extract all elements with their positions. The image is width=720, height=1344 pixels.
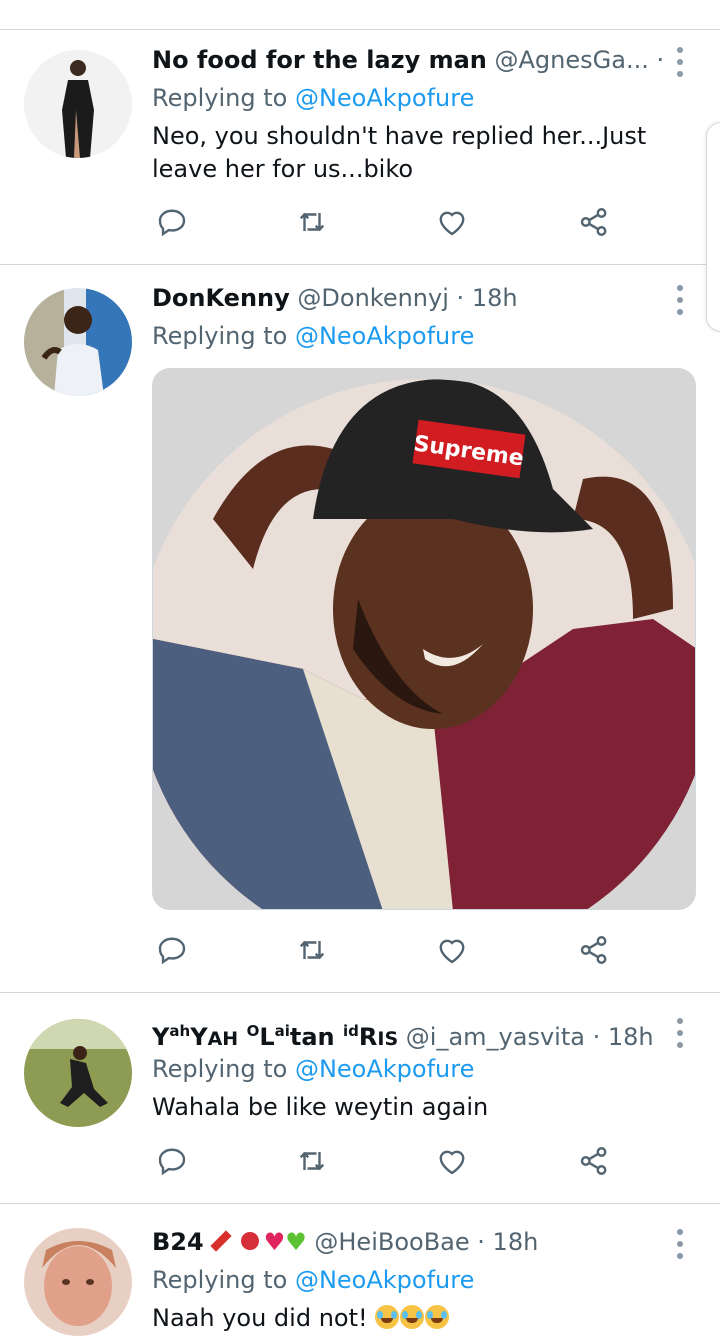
separator: · — [456, 284, 465, 312]
red-heart-icon: ♥ — [263, 1228, 286, 1256]
replying-prefix: Replying to — [152, 322, 288, 350]
rolling-laughing-icon — [400, 1305, 425, 1329]
tweet-text-row: Naah you did not! — [152, 1302, 692, 1335]
tweet-text: Naah you did not! — [152, 1304, 368, 1332]
mention-link[interactable]: @NeoAkpofure — [295, 322, 474, 350]
action-bar — [152, 204, 632, 244]
replying-to: Replying to @NeoAkpofure — [152, 1262, 474, 1298]
tweet-header: YahYAH OLaitan idRIS @i_am_yasvita · 18h — [152, 1011, 672, 1051]
tweet-1[interactable]: No food for the lazy man @AgnesGa... · 1… — [0, 40, 720, 264]
retweet-icon[interactable] — [294, 1143, 334, 1183]
tweet-header: DonKenny @Donkennyj · 18h — [152, 278, 672, 318]
separator: · — [656, 46, 665, 74]
display-name[interactable]: DonKenny — [152, 284, 290, 312]
avatar[interactable] — [24, 1019, 132, 1127]
tweet-header: B24 ♥♥ @HeiBooBae · 18h — [152, 1222, 672, 1262]
action-bar — [152, 1143, 632, 1183]
user-handle[interactable]: @i_am_yasvita — [406, 1023, 585, 1051]
more-icon[interactable] — [668, 44, 692, 80]
reply-icon[interactable] — [154, 204, 194, 244]
reply-icon[interactable] — [154, 1143, 194, 1183]
tweet-photo[interactable]: Supreme — [152, 368, 696, 910]
timestamp[interactable]: 18h — [493, 1228, 539, 1256]
display-name[interactable]: No food for the lazy man — [152, 46, 487, 74]
divider — [0, 29, 720, 30]
tweet-2[interactable]: DonKenny @Donkennyj · 18h Replying to @N… — [0, 278, 720, 992]
tweet-3[interactable]: YahYAH OLaitan idRIS @i_am_yasvita · 18h… — [0, 1011, 720, 1201]
mention-link[interactable]: @NeoAkpofure — [295, 1055, 474, 1083]
timestamp[interactable]: 18h — [472, 284, 518, 312]
mention-link[interactable]: @NeoAkpofure — [295, 1266, 474, 1294]
mention-link[interactable]: @NeoAkpofure — [295, 84, 474, 112]
retweet-icon[interactable] — [294, 204, 334, 244]
display-name[interactable]: YahYAH OLaitan idRIS — [152, 1022, 398, 1051]
divider — [0, 264, 720, 265]
like-icon[interactable] — [434, 932, 474, 972]
more-icon[interactable] — [668, 1226, 692, 1262]
retweet-icon[interactable] — [294, 932, 334, 972]
divider — [0, 1203, 720, 1204]
tweet-4[interactable]: B24 ♥♥ @HeiBooBae · 18h Replying to @NeoA… — [0, 1222, 720, 1344]
user-handle[interactable]: @Donkennyj — [297, 284, 448, 312]
separator: · — [592, 1023, 601, 1051]
timestamp[interactable]: 18h — [608, 1023, 654, 1051]
tweet-header: No food for the lazy man @AgnesGa... · 1… — [152, 40, 672, 80]
avatar[interactable] — [24, 288, 132, 396]
avatar[interactable] — [24, 1228, 132, 1336]
replying-to: Replying to @NeoAkpofure — [152, 318, 474, 354]
replying-to: Replying to @NeoAkpofure — [152, 80, 474, 116]
firecracker-icon — [210, 1230, 232, 1252]
display-name[interactable]: B24 ♥♥ — [152, 1228, 307, 1256]
more-icon[interactable] — [668, 1015, 692, 1051]
side-panel-edge[interactable] — [706, 122, 720, 332]
rose-icon — [240, 1232, 259, 1250]
reply-icon[interactable] — [154, 932, 194, 972]
tweet-text: Neo, you shouldn't have replied her...Ju… — [152, 122, 647, 183]
like-icon[interactable] — [434, 1143, 474, 1183]
share-icon[interactable] — [576, 932, 616, 972]
user-handle[interactable]: @AgnesGa... — [495, 46, 649, 74]
replying-to: Replying to @NeoAkpofure — [152, 1051, 474, 1087]
avatar[interactable] — [24, 50, 132, 158]
share-icon[interactable] — [576, 204, 616, 244]
replying-prefix: Replying to — [152, 84, 288, 112]
action-bar — [152, 932, 632, 972]
tweet-text: Wahala be like weytin again — [152, 1093, 489, 1121]
replying-prefix: Replying to — [152, 1266, 288, 1294]
green-heart-icon: ♥ — [285, 1228, 307, 1256]
like-icon[interactable] — [434, 204, 474, 244]
rolling-laughing-icon — [375, 1305, 400, 1329]
divider — [0, 992, 720, 993]
more-icon[interactable] — [668, 282, 692, 318]
share-icon[interactable] — [576, 1143, 616, 1183]
rolling-laughing-icon — [425, 1305, 450, 1329]
replying-prefix: Replying to — [152, 1055, 288, 1083]
user-handle[interactable]: @HeiBooBae — [314, 1228, 469, 1256]
separator: · — [477, 1228, 485, 1256]
